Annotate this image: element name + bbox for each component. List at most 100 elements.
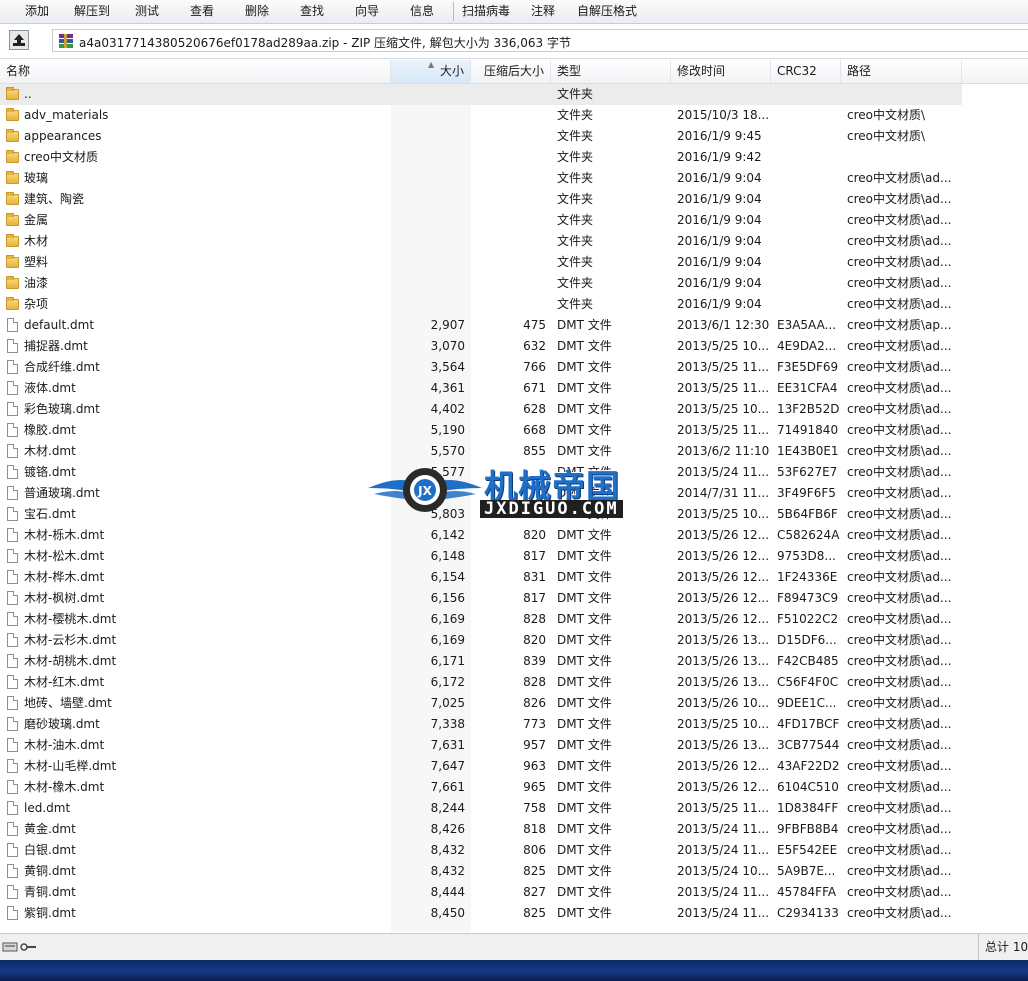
- crc32-value: 5A9B7E...: [777, 864, 836, 878]
- find-button[interactable]: 查找: [300, 3, 324, 19]
- file-row[interactable]: 木材-油木.dmt 7,631 957 DMT 文件 2013/5/26 13... 3C…: [0, 735, 962, 756]
- folder-row[interactable]: creo中文材质 文件夹 2016/1/9 9:42: [0, 147, 962, 168]
- file-row[interactable]: 木材-橡木.dmt 7,661 965 DMT 文件 2013/5/26 12... 61…: [0, 777, 962, 798]
- file-row[interactable]: 白银.dmt 8,432 806 DMT 文件 2013/5/24 11... E5F54…: [0, 840, 962, 861]
- file-type: DMT 文件: [557, 780, 612, 794]
- file-row[interactable]: 地砖、墙壁.dmt 7,025 826 DMT 文件 2013/5/26 10... 9D…: [0, 693, 962, 714]
- sfx-button[interactable]: 自解压格式: [577, 3, 637, 19]
- crc32-value: 3CB77544: [777, 738, 840, 752]
- folder-row[interactable]: 金属 文件夹 2016/1/9 9:04 creo中文材质\ad...: [0, 210, 962, 231]
- test-button[interactable]: 测试: [135, 3, 159, 19]
- file-path: creo中文材质\ad...: [847, 423, 952, 437]
- crc32-value: [777, 252, 841, 273]
- file-path: creo中文材质\ad...: [847, 906, 952, 920]
- file-row[interactable]: 磨砂玻璃.dmt 7,338 773 DMT 文件 2013/5/25 10... 4FD…: [0, 714, 962, 735]
- folder-row[interactable]: 杂项 文件夹 2016/1/9 9:04 creo中文材质\ad...: [0, 294, 962, 315]
- file-name: 白银.dmt: [24, 843, 76, 857]
- column-crc32[interactable]: CRC32: [771, 60, 841, 83]
- file-size: [392, 168, 465, 189]
- archive-path-field[interactable]: a4a0317714380520676ef0178ad289aa.zip - Z…: [52, 29, 1028, 52]
- add-button[interactable]: 添加: [25, 3, 49, 19]
- file-path: creo中文材质\ad...: [847, 759, 952, 773]
- column-type[interactable]: 类型: [551, 60, 671, 83]
- modified-time: 2016/1/9 9:04: [677, 213, 762, 227]
- column-path[interactable]: 路径: [841, 60, 962, 83]
- crc32-value: D15DF6...: [777, 633, 837, 647]
- folder-row[interactable]: 玻璃 文件夹 2016/1/9 9:04 creo中文材质\ad...: [0, 168, 962, 189]
- file-row[interactable]: 木材-山毛榉.dmt 7,647 963 DMT 文件 2013/5/26 12... 4…: [0, 756, 962, 777]
- column-name[interactable]: 名称: [0, 60, 391, 83]
- file-size: [392, 210, 465, 231]
- modified-time: 2013/5/26 12...: [677, 570, 770, 584]
- virus-scan-button[interactable]: 扫描病毒: [462, 3, 510, 19]
- compressed-size: 839: [523, 654, 546, 668]
- file-row[interactable]: 合成纤维.dmt 3,564 766 DMT 文件 2013/5/25 11... F3E…: [0, 357, 962, 378]
- parent-folder-row[interactable]: .. 文件夹: [0, 84, 962, 105]
- crc32-value: 71491840: [777, 423, 839, 437]
- crc32-value: C56F4F0C: [777, 675, 839, 689]
- file-row[interactable]: 木材-胡桃木.dmt 6,171 839 DMT 文件 2013/5/26 13... F…: [0, 651, 962, 672]
- folder-row[interactable]: appearances 文件夹 2016/1/9 9:45 creo中文材质\: [0, 126, 962, 147]
- file-icon: [6, 504, 20, 525]
- file-type: DMT 文件: [557, 696, 612, 710]
- file-row[interactable]: 捕捉器.dmt 3,070 632 DMT 文件 2013/5/25 10... 4E9D…: [0, 336, 962, 357]
- file-name: 合成纤维.dmt: [24, 360, 100, 374]
- sort-ascending-icon: ▲: [428, 60, 435, 69]
- extract-to-button[interactable]: 解压到: [74, 3, 110, 19]
- folder-row[interactable]: 木材 文件夹 2016/1/9 9:04 creo中文材质\ad...: [0, 231, 962, 252]
- crc32-value: 9753D8...: [777, 549, 836, 563]
- file-row[interactable]: 木材-松木.dmt 6,148 817 DMT 文件 2013/5/26 12... 97…: [0, 546, 962, 567]
- file-row[interactable]: 木材-云杉木.dmt 6,169 820 DMT 文件 2013/5/26 13... D…: [0, 630, 962, 651]
- file-row[interactable]: 彩色玻璃.dmt 4,402 628 DMT 文件 2013/5/25 10... 13F…: [0, 399, 962, 420]
- crc32-value: [777, 231, 841, 252]
- file-size: 3,070: [430, 339, 465, 353]
- file-type: DMT 文件: [557, 528, 612, 542]
- folder-row[interactable]: 塑料 文件夹 2016/1/9 9:04 creo中文材质\ad...: [0, 252, 962, 273]
- modified-time: 2013/5/26 12...: [677, 528, 770, 542]
- wizard-button[interactable]: 向导: [355, 3, 379, 19]
- file-type: 文件夹: [557, 234, 594, 248]
- folder-row[interactable]: 油漆 文件夹 2016/1/9 9:04 creo中文材质\ad...: [0, 273, 962, 294]
- up-folder-button[interactable]: [9, 30, 29, 50]
- file-icon: [6, 588, 20, 609]
- file-icon: [6, 399, 20, 420]
- file-row[interactable]: 橡胶.dmt 5,190 668 DMT 文件 2013/5/25 11... 71491…: [0, 420, 962, 441]
- folder-row[interactable]: 建筑、陶瓷 文件夹 2016/1/9 9:04 creo中文材质\ad...: [0, 189, 962, 210]
- file-row[interactable]: 黄金.dmt 8,426 818 DMT 文件 2013/5/24 11... 9FBFB…: [0, 819, 962, 840]
- file-icon: [6, 735, 20, 756]
- view-button[interactable]: 查看: [190, 3, 214, 19]
- crc32-value: 43AF22D2: [777, 759, 840, 773]
- info-button[interactable]: 信息: [410, 3, 434, 19]
- crc32-value: [777, 105, 841, 126]
- file-size: [392, 294, 465, 315]
- crc32-value: 4E9DA2...: [777, 339, 837, 353]
- file-row[interactable]: 紫铜.dmt 8,450 825 DMT 文件 2013/5/24 11... C2934…: [0, 903, 962, 924]
- file-row[interactable]: 液体.dmt 4,361 671 DMT 文件 2013/5/25 11... EE31C…: [0, 378, 962, 399]
- file-size: [392, 252, 465, 273]
- file-row[interactable]: led.dmt 8,244 758 DMT 文件 2013/5/25 11... 1D83…: [0, 798, 962, 819]
- compressed-size: [472, 189, 546, 210]
- crc32-value: 1D8384FF: [777, 801, 839, 815]
- file-glyph: [7, 696, 18, 710]
- folder-glyph: [6, 234, 19, 247]
- file-glyph: [7, 423, 18, 437]
- file-row[interactable]: 青铜.dmt 8,444 827 DMT 文件 2013/5/24 11... 45784…: [0, 882, 962, 903]
- file-row[interactable]: 木材-桦木.dmt 6,154 831 DMT 文件 2013/5/26 12... 1F…: [0, 567, 962, 588]
- file-row[interactable]: 黄铜.dmt 8,432 825 DMT 文件 2013/5/24 10... 5A9B7…: [0, 861, 962, 882]
- delete-button[interactable]: 删除: [245, 3, 269, 19]
- modified-time: 2013/5/25 11...: [677, 801, 770, 815]
- folder-row[interactable]: adv_materials 文件夹 2015/10/3 18... creo中文材质\: [0, 105, 962, 126]
- column-compressed-size[interactable]: 压缩后大小: [471, 60, 551, 83]
- file-row[interactable]: 木材-樱桃木.dmt 6,169 828 DMT 文件 2013/5/26 12... F…: [0, 609, 962, 630]
- file-name: 木材-栎木.dmt: [24, 528, 105, 542]
- comment-button[interactable]: 注释: [531, 3, 555, 19]
- column-modified[interactable]: 修改时间: [671, 60, 771, 83]
- file-row[interactable]: default.dmt 2,907 475 DMT 文件 2013/6/1 12:30 E…: [0, 315, 962, 336]
- file-row[interactable]: 木材-红木.dmt 6,172 828 DMT 文件 2013/5/26 13... C5…: [0, 672, 962, 693]
- file-name: 彩色玻璃.dmt: [24, 402, 100, 416]
- site-watermark: JX 机械帝国 JXDIGUO.COM: [366, 458, 666, 522]
- file-row[interactable]: 木材-栎木.dmt 6,142 820 DMT 文件 2013/5/26 12... C5…: [0, 525, 962, 546]
- file-name: 木材-桦木.dmt: [24, 570, 105, 584]
- file-row[interactable]: 木材-枫树.dmt 6,156 817 DMT 文件 2013/5/26 12... F8…: [0, 588, 962, 609]
- file-type: DMT 文件: [557, 318, 612, 332]
